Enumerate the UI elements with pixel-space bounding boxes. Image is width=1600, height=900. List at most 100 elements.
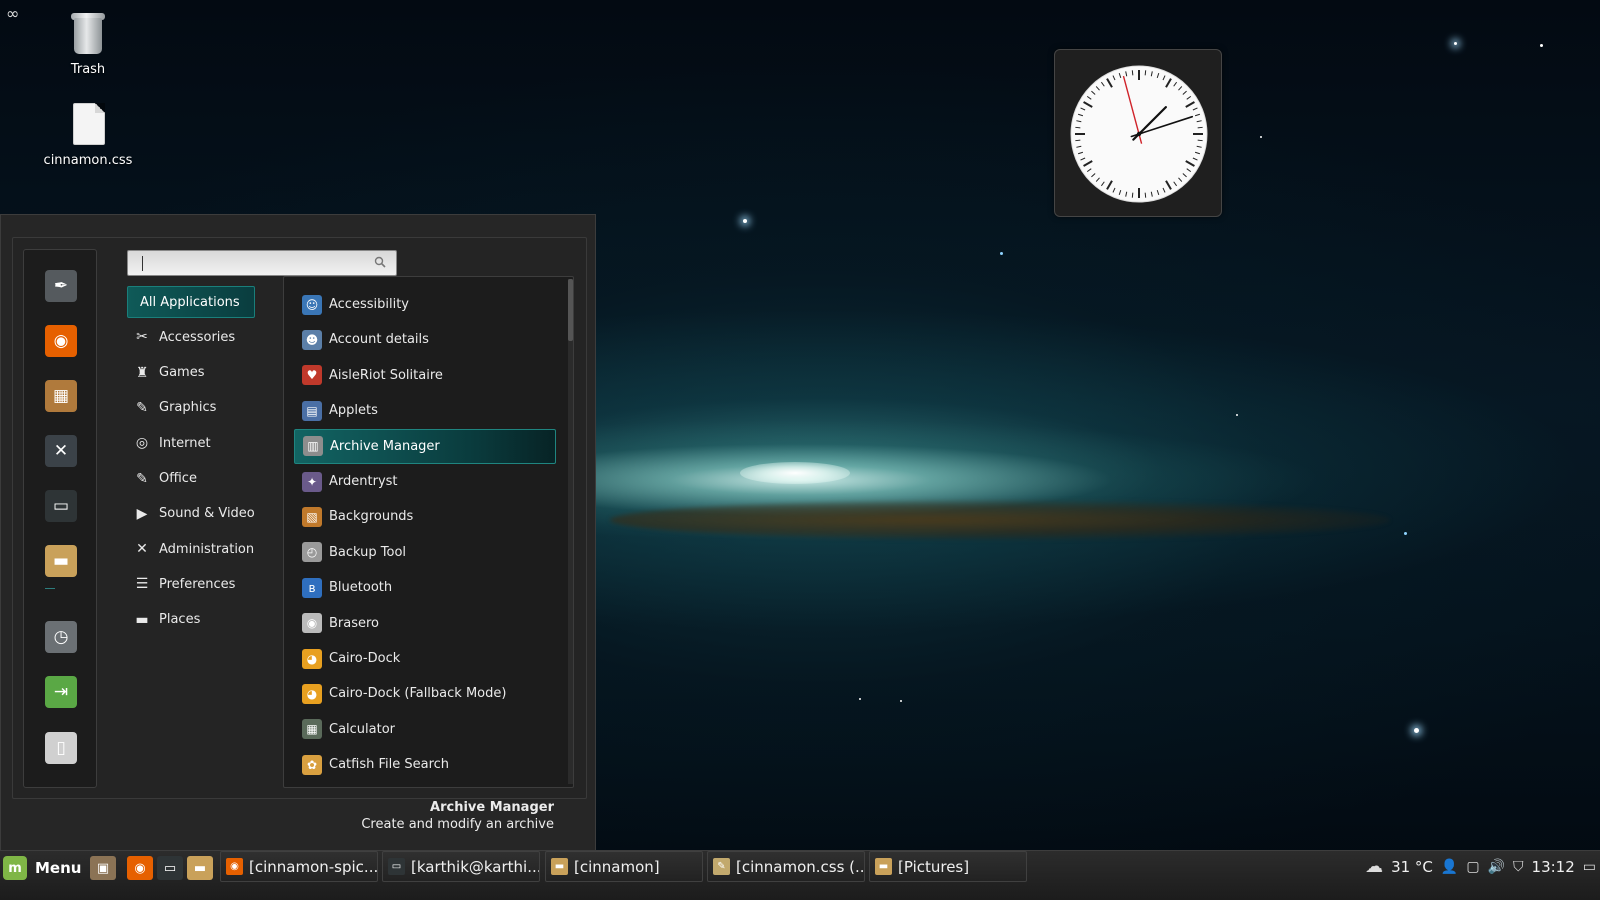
app-item-archive-manager[interactable]: ▥ Archive Manager bbox=[294, 428, 556, 464]
desktop-icon-cinnamon-css[interactable]: cinnamon.css bbox=[43, 101, 133, 168]
menu-button[interactable]: m Menu bbox=[3, 854, 81, 882]
linux-mint-icon: m bbox=[3, 856, 27, 880]
search-input[interactable] bbox=[148, 254, 368, 272]
app-item-applets[interactable]: ▤ Applets bbox=[294, 393, 556, 428]
app-item-label: Applets bbox=[329, 403, 378, 419]
weather-applet[interactable]: ☁ 31 °C bbox=[1365, 856, 1433, 877]
star bbox=[1540, 44, 1543, 47]
category-label: Games bbox=[159, 365, 205, 381]
clock-time[interactable]: 13:12 bbox=[1532, 858, 1575, 876]
places-icon: ▬ bbox=[135, 611, 149, 628]
backup-icon: ◴ bbox=[302, 542, 322, 563]
category-all-applications[interactable]: All Applications bbox=[127, 286, 255, 318]
trash-icon bbox=[64, 10, 112, 58]
launcher-firefox-icon[interactable]: ◉ bbox=[127, 856, 153, 880]
galaxy-dust-lane bbox=[610, 500, 1390, 540]
taskbar-window-button[interactable]: ◉ [cinnamon-spic... bbox=[220, 851, 378, 882]
system-settings-icon[interactable]: ✒ bbox=[45, 270, 77, 302]
category-games[interactable]: ♜ Games bbox=[127, 357, 255, 389]
app-item-brasero[interactable]: ◉ Brasero bbox=[294, 606, 556, 641]
software-manager-icon[interactable]: ▦ bbox=[45, 380, 77, 412]
app-item-accessibility[interactable]: ☺ Accessibility bbox=[294, 287, 556, 322]
menu-button-label: Menu bbox=[35, 859, 82, 877]
firefox-icon[interactable]: ◉ bbox=[45, 325, 77, 357]
terminal-icon[interactable]: ▭ bbox=[45, 490, 77, 522]
app-item-cairo-dock-fallback-mode[interactable]: ◕ Cairo-Dock (Fallback Mode) bbox=[294, 676, 556, 711]
office-icon: ✎ bbox=[136, 470, 148, 487]
scrollbar-track[interactable] bbox=[568, 279, 573, 784]
administration-icon: ✕ bbox=[136, 541, 148, 558]
app-item-bluetooth[interactable]: ʙ Bluetooth bbox=[294, 570, 556, 605]
app-description: Archive Manager Create and modify an arc… bbox=[254, 799, 554, 833]
user-icon[interactable]: 👤 bbox=[1441, 859, 1458, 875]
category-label: Accessories bbox=[159, 329, 236, 345]
show-desktop-tray-icon[interactable]: ▭ bbox=[1583, 859, 1596, 875]
accessibility-icon: ☺ bbox=[302, 294, 322, 315]
category-places[interactable]: ▬ Places bbox=[127, 604, 255, 636]
app-item-backup-tool[interactable]: ◴ Backup Tool bbox=[294, 535, 556, 570]
launcher-show-desktop-icon[interactable]: ▣ bbox=[90, 856, 116, 880]
category-office[interactable]: ✎ Office bbox=[127, 463, 255, 495]
internet-icon: ◎ bbox=[135, 435, 149, 452]
lock-screen-icon[interactable]: ◷ bbox=[45, 621, 77, 653]
firefox-icon: ◉ bbox=[226, 858, 243, 875]
desktop-icon-label: cinnamon.css bbox=[43, 153, 133, 168]
search-box[interactable] bbox=[127, 250, 397, 276]
app-item-label: Ardentryst bbox=[329, 474, 398, 489]
app-item-calculator[interactable]: ▦ Calculator bbox=[294, 712, 556, 747]
app-item-account-details[interactable]: ☻ Account details bbox=[294, 322, 556, 357]
category-administration[interactable]: ✕ Administration bbox=[127, 533, 255, 565]
archive-icon: ▥ bbox=[303, 436, 323, 457]
app-description-text: Create and modify an archive bbox=[361, 817, 554, 832]
app-item-label: Bluetooth bbox=[329, 580, 393, 596]
application-list: ☺ Accessibility ☻ Account details ♥ AisleRiot… bbox=[283, 276, 574, 788]
volume-icon[interactable]: 🔊 bbox=[1488, 859, 1505, 875]
app-item-catfish-file-search[interactable]: ✿ Catfish File Search bbox=[294, 747, 556, 782]
app-item-cairo-dock[interactable]: ◕ Cairo-Dock bbox=[294, 641, 556, 676]
category-graphics[interactable]: ✎ Graphics bbox=[127, 392, 255, 424]
launcher-files-icon[interactable]: ▬ bbox=[187, 856, 213, 880]
category-label: Sound & Video bbox=[159, 506, 255, 522]
app-item-label: Brasero bbox=[329, 615, 380, 631]
clock-desklet[interactable] bbox=[1054, 49, 1222, 217]
logout-icon[interactable]: ⇥ bbox=[45, 676, 77, 708]
scrollbar-thumb[interactable] bbox=[568, 279, 573, 341]
cloud-icon: ☁ bbox=[1365, 856, 1384, 877]
category-sound-video[interactable]: ▶ Sound & Video bbox=[127, 498, 255, 530]
category-accessories[interactable]: ✂ Accessories bbox=[127, 321, 255, 353]
search-icon bbox=[374, 256, 386, 268]
taskbar-window-label: [karthik@karthi... bbox=[411, 857, 540, 876]
app-item-label: Archive Manager bbox=[330, 438, 440, 454]
ardentryst-icon: ✦ bbox=[302, 471, 322, 492]
accessories-icon: ✂ bbox=[136, 329, 148, 346]
taskbar-window-button[interactable]: ▬ [Pictures] bbox=[869, 851, 1027, 882]
category-internet[interactable]: ◎ Internet bbox=[127, 427, 255, 459]
shutdown-icon[interactable]: ▯ bbox=[45, 732, 77, 764]
text-caret bbox=[142, 256, 143, 271]
analog-clock bbox=[1070, 65, 1208, 203]
category-label: Administration bbox=[159, 541, 255, 557]
launcher-terminal-icon[interactable]: ▭ bbox=[157, 856, 183, 880]
star bbox=[900, 700, 902, 702]
file-icon bbox=[64, 101, 112, 149]
cairo-dock-icon: ◕ bbox=[302, 648, 322, 669]
taskbar-window-button[interactable]: ▬ [cinnamon] bbox=[545, 851, 703, 882]
update-shield-icon[interactable]: ⛉ bbox=[1513, 859, 1524, 875]
folder-icon: ▬ bbox=[875, 858, 892, 875]
taskbar-window-button[interactable]: ✎ [cinnamon.css (... bbox=[707, 851, 865, 882]
app-item-backgrounds[interactable]: ▧ Backgrounds bbox=[294, 499, 556, 534]
star bbox=[1236, 414, 1238, 416]
app-item-ardentryst[interactable]: ✦ Ardentryst bbox=[294, 464, 556, 499]
app-description-title: Archive Manager bbox=[430, 800, 554, 815]
files-icon[interactable]: ▬ bbox=[45, 545, 77, 577]
category-preferences[interactable]: ☰ Preferences bbox=[127, 568, 255, 600]
app-item-aisleriot-solitaire[interactable]: ♥ AisleRiot Solitaire bbox=[294, 358, 556, 393]
solitaire-icon: ♥ bbox=[302, 365, 322, 386]
system-tools-icon[interactable]: ✕ bbox=[45, 435, 77, 467]
taskbar-window-button[interactable]: ▭ [karthik@karthi... bbox=[382, 851, 540, 882]
desktop-icon-trash[interactable]: Trash bbox=[43, 10, 133, 77]
folder-icon: ▬ bbox=[551, 858, 568, 875]
games-icon: ♜ bbox=[135, 364, 149, 381]
text-editor-icon: ✎ bbox=[713, 858, 730, 875]
network-icon[interactable]: ▢ bbox=[1466, 859, 1479, 875]
